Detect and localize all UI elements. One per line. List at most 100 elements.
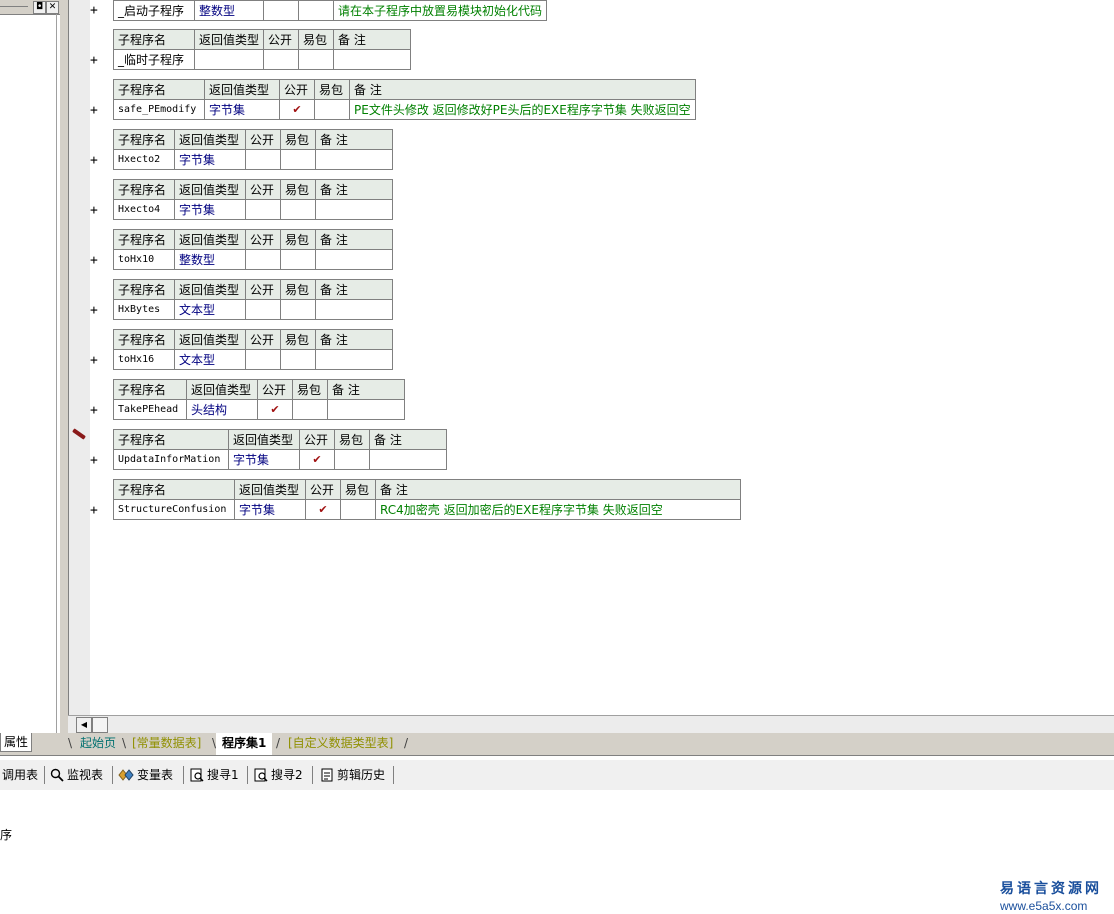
expand-icon[interactable]: + bbox=[90, 204, 102, 217]
remark[interactable] bbox=[315, 149, 393, 170]
subroutine-row[interactable]: StructureConfusion 字节集 ✔ RC4加密壳 返回加密后的EX… bbox=[113, 499, 741, 520]
expand-icon[interactable]: + bbox=[90, 4, 102, 17]
expand-icon[interactable]: + bbox=[90, 104, 102, 117]
subroutine-name[interactable]: HxBytes bbox=[113, 299, 175, 320]
remark[interactable]: RC4加密壳 返回加密后的EXE程序字节集 失败返回空 bbox=[375, 499, 741, 520]
easy-package-flag[interactable] bbox=[280, 299, 316, 320]
remark[interactable] bbox=[315, 349, 393, 370]
easy-package-flag[interactable] bbox=[334, 449, 370, 470]
clip-history-button[interactable]: 剪辑历史 bbox=[320, 766, 385, 784]
public-flag[interactable] bbox=[263, 0, 299, 21]
tab-program-set[interactable]: 程序集1 bbox=[216, 733, 273, 755]
easy-package-flag[interactable] bbox=[298, 49, 335, 70]
header-name: 子程序名 bbox=[113, 329, 175, 350]
tab-properties[interactable]: 属性 bbox=[0, 733, 32, 752]
return-type[interactable]: 字节集 bbox=[234, 499, 306, 520]
return-type[interactable]: 文本型 bbox=[174, 299, 246, 320]
remark[interactable]: 请在本子程序中放置易模块初始化代码 bbox=[332, 0, 548, 21]
remark[interactable] bbox=[315, 199, 393, 220]
subroutine-row[interactable]: toHx16 文本型 bbox=[113, 349, 393, 370]
public-flag[interactable] bbox=[263, 49, 300, 70]
remark[interactable] bbox=[327, 399, 405, 420]
subroutine-row[interactable]: _启动子程序 整数型 请在本子程序中放置易模块初始化代码 bbox=[113, 0, 548, 21]
easy-package-flag[interactable] bbox=[280, 249, 316, 270]
public-flag[interactable] bbox=[245, 349, 281, 370]
public-flag[interactable]: ✔ bbox=[257, 399, 293, 420]
return-type[interactable]: 字节集 bbox=[174, 149, 246, 170]
subroutine-name[interactable]: _启动子程序 bbox=[113, 0, 195, 21]
tab-start-page[interactable]: 起始页 bbox=[74, 733, 122, 753]
tab-custom-types[interactable]: [自定义数据类型表] bbox=[282, 733, 399, 753]
subroutine-row[interactable]: toHx10 整数型 bbox=[113, 249, 393, 270]
expand-icon[interactable]: + bbox=[90, 254, 102, 267]
subroutine-name[interactable]: safe_PEmodify bbox=[113, 99, 205, 120]
subroutine-name[interactable]: TakePEhead bbox=[113, 399, 187, 420]
easy-package-flag[interactable] bbox=[298, 0, 334, 21]
search1-button[interactable]: 搜寻1 bbox=[190, 766, 239, 784]
expand-icon[interactable]: + bbox=[90, 504, 102, 517]
subroutine-row[interactable]: _临时子程序 bbox=[113, 49, 412, 70]
subroutine-row[interactable]: safe_PEmodify 字节集 ✔ PE文件头修改 返回修改好PE头后的EX… bbox=[113, 99, 696, 120]
public-flag[interactable] bbox=[245, 299, 281, 320]
remark[interactable]: PE文件头修改 返回修改好PE头后的EXE程序字节集 失败返回空 bbox=[349, 99, 696, 120]
easy-package-flag[interactable] bbox=[292, 399, 328, 420]
expand-icon[interactable]: + bbox=[90, 404, 102, 417]
subroutine-name[interactable]: Hxecto4 bbox=[113, 199, 175, 220]
public-flag[interactable] bbox=[245, 249, 281, 270]
horizontal-scrollbar[interactable]: ◀ bbox=[68, 715, 1114, 734]
subroutine-name[interactable]: StructureConfusion bbox=[113, 499, 235, 520]
watch-table-button[interactable]: 监视表 bbox=[50, 766, 103, 784]
return-type[interactable]: 整数型 bbox=[174, 249, 246, 270]
remark[interactable] bbox=[315, 249, 393, 270]
header-public: 公开 bbox=[245, 229, 281, 250]
subroutine-row[interactable]: UpdataInforMation 字节集 ✔ bbox=[113, 449, 447, 470]
easy-package-flag[interactable] bbox=[314, 99, 350, 120]
public-flag[interactable]: ✔ bbox=[305, 499, 341, 520]
expand-icon[interactable]: + bbox=[90, 154, 102, 167]
easy-package-flag[interactable] bbox=[340, 499, 376, 520]
subroutine-name[interactable]: Hxecto2 bbox=[113, 149, 175, 170]
return-type[interactable]: 字节集 bbox=[204, 99, 280, 120]
subroutine-name[interactable]: toHx16 bbox=[113, 349, 175, 370]
pane-splitter[interactable] bbox=[60, 0, 68, 735]
remark[interactable] bbox=[369, 449, 447, 470]
return-type[interactable]: 整数型 bbox=[194, 0, 264, 21]
return-type[interactable]: 文本型 bbox=[174, 349, 246, 370]
expand-icon[interactable]: + bbox=[90, 354, 102, 367]
subroutine-row[interactable]: Hxecto2 字节集 bbox=[113, 149, 393, 170]
return-type[interactable]: 头结构 bbox=[186, 399, 258, 420]
tab-constants[interactable]: [常量数据表] bbox=[126, 733, 207, 753]
search2-button[interactable]: 搜寻2 bbox=[254, 766, 303, 784]
header-remark: 备 注 bbox=[375, 479, 741, 500]
return-type[interactable]: 字节集 bbox=[228, 449, 300, 470]
scrollbar-thumb[interactable] bbox=[92, 717, 108, 733]
subroutine-row[interactable]: Hxecto4 字节集 bbox=[113, 199, 393, 220]
restore-icon[interactable]: ◘ bbox=[33, 1, 46, 14]
return-type[interactable] bbox=[193, 49, 265, 70]
subroutine-name[interactable]: _临时子程序 bbox=[113, 49, 195, 70]
header-name: 子程序名 bbox=[113, 479, 235, 500]
public-flag[interactable]: ✔ bbox=[299, 449, 335, 470]
public-flag[interactable] bbox=[245, 149, 281, 170]
public-flag[interactable] bbox=[245, 199, 281, 220]
easy-package-flag[interactable] bbox=[280, 149, 316, 170]
expand-icon[interactable]: + bbox=[90, 304, 102, 317]
subroutine-row[interactable]: TakePEhead 头结构 ✔ bbox=[113, 399, 405, 420]
subroutine-name[interactable]: toHx10 bbox=[113, 249, 175, 270]
call-table-button[interactable]: 调用表 bbox=[2, 766, 38, 784]
scroll-left-icon[interactable]: ◀ bbox=[76, 717, 92, 733]
variable-table-button[interactable]: 变量表 bbox=[118, 766, 173, 784]
easy-package-flag[interactable] bbox=[280, 199, 316, 220]
close-icon[interactable]: ✕ bbox=[46, 1, 59, 14]
expand-icon[interactable]: + bbox=[90, 54, 102, 67]
header-remark: 备 注 bbox=[315, 229, 393, 250]
remark[interactable] bbox=[315, 299, 393, 320]
remark[interactable] bbox=[333, 49, 412, 70]
output-pane[interactable] bbox=[0, 790, 1114, 914]
easy-package-flag[interactable] bbox=[280, 349, 316, 370]
public-flag[interactable]: ✔ bbox=[279, 99, 315, 120]
subroutine-row[interactable]: HxBytes 文本型 bbox=[113, 299, 393, 320]
return-type[interactable]: 字节集 bbox=[174, 199, 246, 220]
expand-icon[interactable]: + bbox=[90, 454, 102, 467]
subroutine-name[interactable]: UpdataInforMation bbox=[113, 449, 229, 470]
